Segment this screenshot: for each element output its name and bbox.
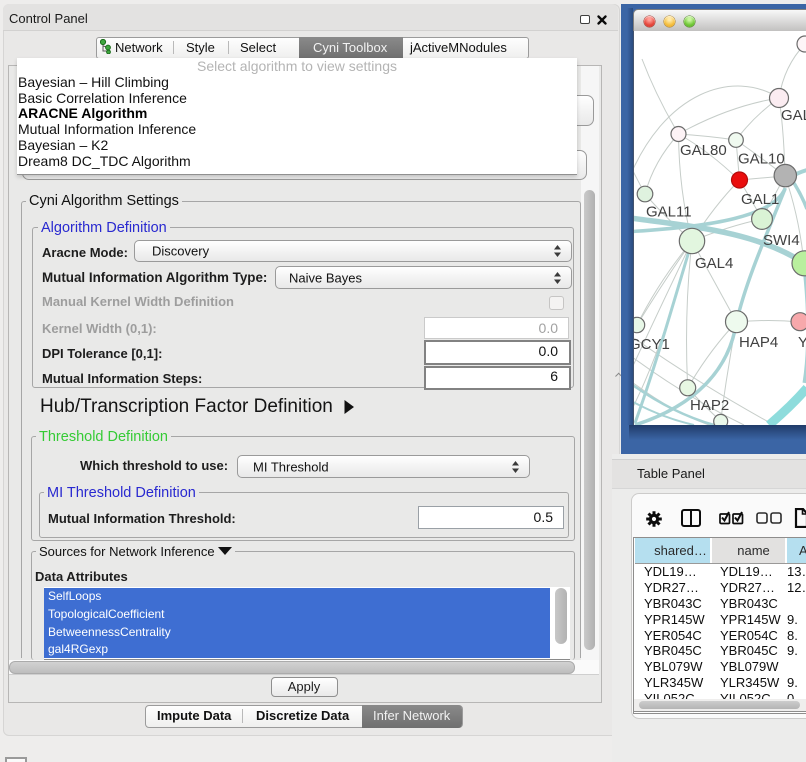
- svg-text:GAL4: GAL4: [695, 255, 733, 272]
- svg-text:HAP2: HAP2: [690, 397, 729, 414]
- svg-text:GCY1: GCY1: [633, 336, 670, 353]
- svg-text:SWI4: SWI4: [763, 232, 800, 249]
- svg-text:GAL1: GAL1: [741, 191, 779, 208]
- svg-text:GAL80: GAL80: [680, 142, 727, 159]
- svg-text:Y: Y: [798, 334, 806, 351]
- svg-text:GAL7: GAL7: [781, 107, 806, 124]
- svg-text:GAL11: GAL11: [646, 204, 692, 221]
- svg-text:GAL10: GAL10: [738, 151, 785, 168]
- svg-text:HAP4: HAP4: [739, 334, 778, 351]
